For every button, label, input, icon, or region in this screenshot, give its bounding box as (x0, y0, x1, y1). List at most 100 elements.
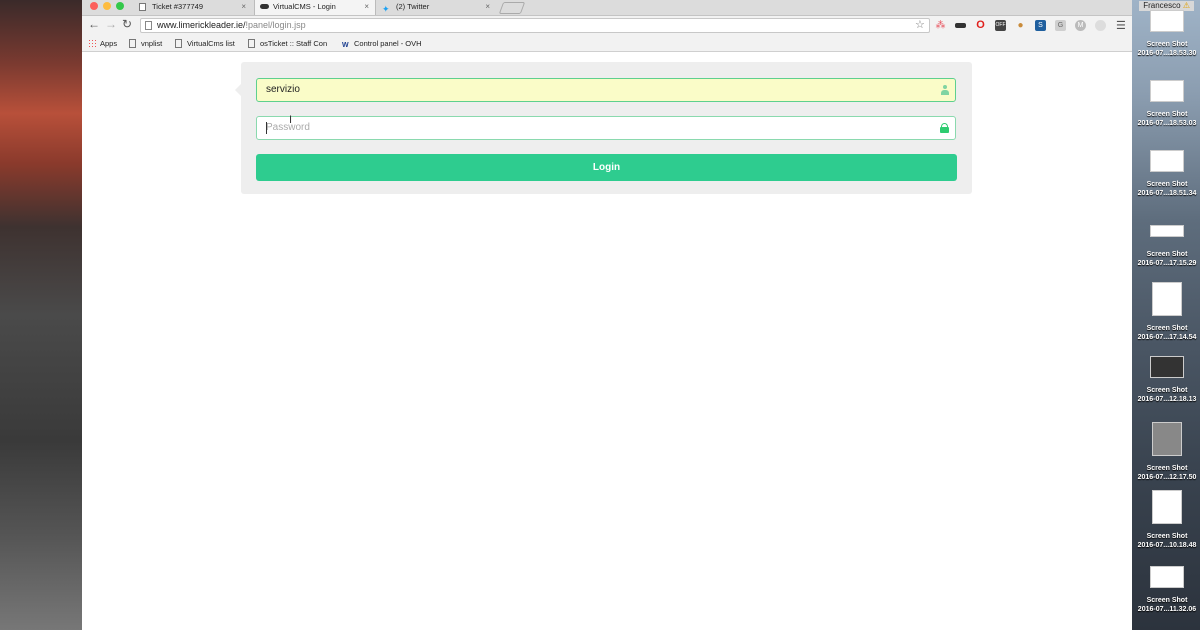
file-name: Screen Shot (1146, 533, 1188, 540)
file-thumbnail (1150, 10, 1184, 32)
window-maximize-button[interactable] (116, 2, 124, 10)
tab-label: Ticket #377749 (152, 2, 204, 11)
window-close-button[interactable] (90, 2, 98, 10)
file-thumbnail (1150, 566, 1184, 588)
apps-icon (88, 39, 96, 47)
text-caret (266, 122, 267, 134)
bookmarks-bar: Apps vnplist VirtualCms list osTicket ::… (82, 36, 1132, 52)
ibeam-cursor-icon: I (289, 114, 293, 126)
file-name: Screen Shot (1146, 111, 1188, 118)
file-date: 2016-07...18.51.34 (1137, 190, 1197, 197)
file-name: Screen Shot (1146, 41, 1188, 48)
tab-ticket[interactable]: Ticket #377749 × (134, 0, 252, 15)
file-name: Screen Shot (1146, 251, 1188, 258)
s-icon[interactable]: S (1035, 20, 1046, 31)
lock-icon (940, 123, 949, 133)
page-icon (129, 39, 136, 48)
file-thumbnail (1150, 225, 1184, 237)
desktop-file[interactable]: Screen Shot 2016-07...11.32.06 (1136, 566, 1198, 614)
file-date: 2016-07...12.17.50 (1137, 474, 1197, 481)
page-content: servizio Password Login I (82, 52, 1132, 630)
bookmark-virtualcms-list[interactable]: VirtualCms list (175, 38, 235, 49)
file-name: Screen Shot (1146, 387, 1188, 394)
bookmark-apps[interactable]: Apps (88, 38, 117, 49)
file-date: 2016-07...18.53.03 (1137, 120, 1197, 127)
file-date: 2016-07...12.18.13 (1137, 396, 1197, 403)
desktop-wallpaper-left (0, 0, 82, 630)
password-placeholder: Password (266, 122, 310, 133)
url-path: !panel/login.jsp (245, 20, 306, 30)
page-icon (248, 39, 255, 48)
bookmark-label: VirtualCms list (187, 39, 235, 48)
browser-toolbar: ← → ↻ www.limerickleader.ie/!panel/login… (82, 16, 1132, 36)
address-bar[interactable]: www.limerickleader.ie/!panel/login.jsp (140, 18, 930, 33)
file-thumbnail (1152, 282, 1182, 316)
login-button[interactable]: Login (256, 154, 957, 181)
reload-icon[interactable]: ↻ (122, 17, 132, 31)
ovh-icon: W (342, 42, 349, 49)
desktop-file[interactable]: Screen Shot 2016-07...12.17.50 (1136, 422, 1198, 482)
desktop-file[interactable]: Screen Shot 2016-07...18.53.30 (1136, 10, 1198, 58)
bookmark-vnplist[interactable]: vnplist (129, 38, 162, 49)
file-name: Screen Shot (1146, 181, 1188, 188)
bookmark-ovh[interactable]: W Control panel - OVH (342, 38, 422, 49)
desktop-file[interactable]: Screen Shot 2016-07...17.15.29 (1136, 220, 1198, 268)
mask-icon (260, 4, 269, 9)
tab-twitter[interactable]: ✦ (2) Twitter × (378, 0, 496, 15)
file-thumbnail (1150, 80, 1184, 102)
file-name: Screen Shot (1146, 325, 1188, 332)
g-icon[interactable]: G (1055, 20, 1066, 31)
bookmark-label: Apps (100, 39, 118, 48)
window-minimize-button[interactable] (103, 2, 111, 10)
twitter-icon: ✦ (382, 4, 390, 14)
bookmark-osticket[interactable]: osTicket :: Staff Con (248, 38, 327, 49)
tab-close-icon[interactable]: × (241, 0, 246, 14)
asana-icon[interactable]: ⁂ (935, 20, 946, 31)
browser-window: Ticket #377749 × VirtualCMS - Login × ✦ … (82, 0, 1132, 630)
tab-strip: Ticket #377749 × VirtualCMS - Login × ✦ … (82, 0, 1132, 16)
back-icon[interactable]: ← (88, 17, 100, 31)
user-name-label: Francesco (1143, 1, 1181, 10)
bookmark-label: Control panel - OVH (354, 39, 422, 48)
menu-icon[interactable]: ☰ (1116, 19, 1126, 32)
tab-label: VirtualCMS - Login (273, 2, 336, 11)
file-date: 2016-07...17.14.54 (1137, 334, 1197, 341)
file-thumbnail (1150, 150, 1184, 172)
username-value: servizio (266, 84, 300, 95)
page-icon (139, 3, 146, 11)
login-panel: servizio Password Login (235, 62, 972, 194)
cookie-icon[interactable]: ● (1015, 20, 1026, 31)
new-tab-button[interactable] (498, 2, 526, 14)
username-field[interactable]: servizio (256, 78, 956, 102)
profile-icon[interactable] (1095, 20, 1106, 31)
password-field[interactable]: Password (256, 116, 956, 140)
desktop-file[interactable]: Screen Shot 2016-07...10.18.48 (1136, 490, 1198, 550)
desktop-file[interactable]: Screen Shot 2016-07...18.51.34 (1136, 150, 1198, 198)
file-date: 2016-07...17.15.29 (1137, 260, 1197, 267)
tab-close-icon[interactable]: × (364, 0, 369, 14)
off-icon[interactable]: OFF (995, 20, 1006, 31)
opera-icon[interactable]: O (975, 20, 986, 31)
forward-icon[interactable]: → (105, 17, 117, 31)
tab-close-icon[interactable]: × (485, 0, 490, 14)
file-date: 2016-07...11.32.06 (1137, 606, 1197, 613)
panel-pointer (235, 84, 241, 96)
page-icon (175, 39, 182, 48)
file-thumbnail (1150, 356, 1184, 378)
desktop-file[interactable]: Screen Shot 2016-07...12.18.13 (1136, 356, 1198, 404)
tab-virtualcms-login[interactable]: VirtualCMS - Login × (254, 0, 376, 15)
file-name: Screen Shot (1146, 597, 1188, 604)
page-icon (145, 21, 152, 30)
desktop-file[interactable]: Screen Shot 2016-07...17.14.54 (1136, 282, 1198, 342)
bookmark-label: osTicket :: Staff Con (260, 39, 328, 48)
desktop-file[interactable]: Screen Shot 2016-07...18.53.03 (1136, 80, 1198, 128)
file-date: 2016-07...18.53.30 (1137, 50, 1197, 57)
file-name: Screen Shot (1146, 465, 1188, 472)
tab-label: (2) Twitter (396, 2, 430, 11)
file-thumbnail (1152, 422, 1182, 456)
file-date: 2016-07...10.18.48 (1137, 542, 1197, 549)
mask-icon[interactable] (955, 23, 966, 28)
m-icon[interactable]: M (1075, 20, 1086, 31)
file-thumbnail (1152, 490, 1182, 524)
bookmark-star-icon[interactable]: ☆ (915, 18, 925, 31)
